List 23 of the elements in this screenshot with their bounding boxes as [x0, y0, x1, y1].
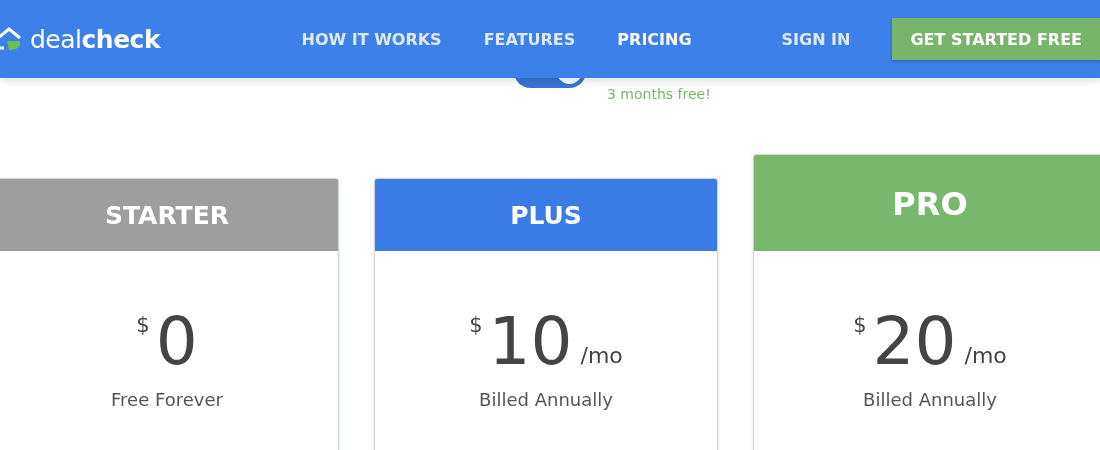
- plan-title: PLUS: [375, 179, 717, 251]
- billing-toggle[interactable]: [514, 78, 586, 88]
- house-icon: [0, 26, 22, 52]
- price-amount: 20: [872, 309, 957, 375]
- billing-caption: Billed Annually: [862, 389, 998, 410]
- logo-wordmark[interactable]: dealcheck: [30, 24, 161, 54]
- nav-link[interactable]: FEATURES: [483, 29, 576, 49]
- billing-caption: Billed Annually: [478, 389, 614, 410]
- nav-link[interactable]: PRICING: [617, 29, 692, 49]
- nav-link[interactable]: SIGN IN: [781, 29, 851, 49]
- discount-note: 3 months free!: [607, 86, 711, 102]
- billing-caption: Free Forever: [110, 389, 224, 410]
- price-amount: 0: [155, 309, 198, 375]
- nav-link[interactable]: HOW IT WORKS: [301, 29, 442, 49]
- price-amount: 10: [488, 309, 573, 375]
- currency-sign: $: [136, 313, 150, 337]
- plan-title: PRO: [754, 155, 1100, 251]
- get-started-button[interactable]: GET STARTED FREE: [892, 18, 1100, 60]
- price-period: /mo: [964, 343, 1007, 368]
- price-period: /mo: [580, 343, 623, 368]
- currency-sign: $: [469, 313, 483, 337]
- plan-title: STARTER: [0, 179, 338, 251]
- currency-sign: $: [853, 313, 867, 337]
